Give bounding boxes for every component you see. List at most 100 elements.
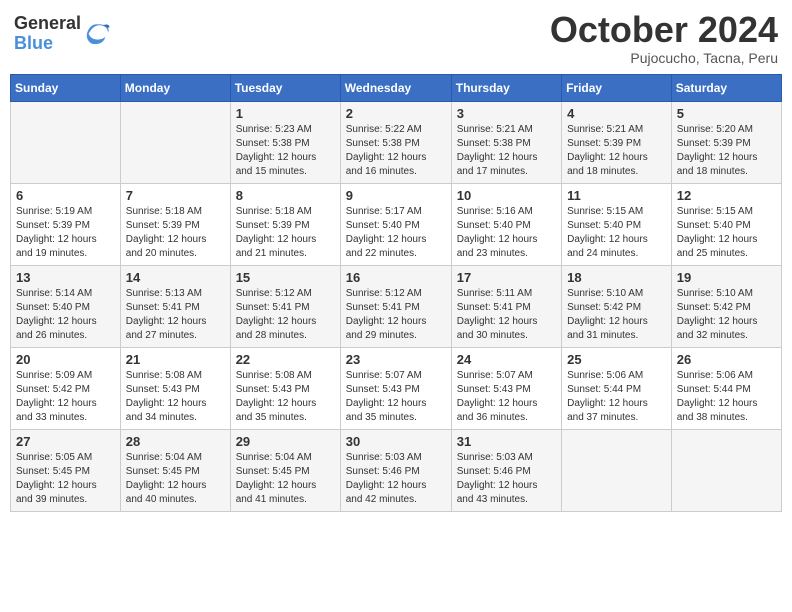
day-cell: 23 Sunrise: 5:07 AMSunset: 5:43 PMDayligh… [340, 347, 451, 429]
day-info: Sunrise: 5:06 AMSunset: 5:44 PMDaylight:… [567, 369, 666, 425]
day-info: Sunrise: 5:07 AMSunset: 5:43 PMDaylight:… [457, 369, 556, 425]
day-number: 24 [457, 352, 556, 367]
day-number: 5 [677, 106, 776, 121]
day-cell: 20Sunrise: 5:09 AMSunset: 5:42 PMDayligh… [11, 347, 121, 429]
day-info: Sunrise: 5:15 AMSunset: 5:40 PMDaylight:… [567, 205, 666, 261]
day-info: Sunrise: 5:23 AMSunset: 5:38 PMDaylight:… [236, 123, 335, 179]
day-number: 3 [457, 106, 556, 121]
day-cell [671, 429, 781, 511]
day-info: Sunrise: 5:12 AMSunset: 5:41 PMDaylight:… [236, 287, 335, 343]
header-cell-sunday: Sunday [11, 74, 121, 101]
day-info: Sunrise: 5:12 AMSunset: 5:41 PMDaylight:… [346, 287, 446, 343]
page-header: General Blue October 2024 Pujocucho, Tac… [10, 10, 782, 66]
week-row-3: 13Sunrise: 5:14 AMSunset: 5:40 PMDayligh… [11, 265, 782, 347]
day-info: Sunrise: 5:08 AMSunset: 5:43 PMDaylight:… [126, 369, 225, 425]
day-info: Sunrise: 5:18 AMSunset: 5:39 PMDaylight:… [236, 205, 335, 261]
header-cell-monday: Monday [120, 74, 230, 101]
day-number: 22 [236, 352, 335, 367]
logo: General Blue [14, 14, 111, 54]
day-cell: 6 Sunrise: 5:19 AMSunset: 5:39 PMDaylight… [11, 183, 121, 265]
day-info: Sunrise: 5:13 AMSunset: 5:41 PMDaylight:… [126, 287, 225, 343]
day-cell: 5Sunrise: 5:20 AMSunset: 5:39 PMDaylight… [671, 101, 781, 183]
header-cell-thursday: Thursday [451, 74, 561, 101]
day-cell: 16 Sunrise: 5:12 AMSunset: 5:41 PMDayligh… [340, 265, 451, 347]
location-subtitle: Pujocucho, Tacna, Peru [550, 50, 778, 66]
day-cell: 26 Sunrise: 5:06 AMSunset: 5:44 PMDayligh… [671, 347, 781, 429]
day-info: Sunrise: 5:10 AMSunset: 5:42 PMDaylight:… [677, 287, 776, 343]
day-info: Sunrise: 5:10 AMSunset: 5:42 PMDaylight:… [567, 287, 666, 343]
day-cell [11, 101, 121, 183]
day-cell: 29 Sunrise: 5:04 AMSunset: 5:45 PMDayligh… [230, 429, 340, 511]
day-number: 26 [677, 352, 776, 367]
header-row: SundayMondayTuesdayWednesdayThursdayFrid… [11, 74, 782, 101]
day-cell: 1 Sunrise: 5:23 AMSunset: 5:38 PMDaylight… [230, 101, 340, 183]
title-block: October 2024 Pujocucho, Tacna, Peru [550, 10, 778, 66]
month-title: October 2024 [550, 10, 778, 50]
day-cell: 30Sunrise: 5:03 AMSunset: 5:46 PMDayligh… [340, 429, 451, 511]
day-number: 31 [457, 434, 556, 449]
day-info: Sunrise: 5:22 AMSunset: 5:38 PMDaylight:… [346, 123, 446, 179]
day-number: 29 [236, 434, 335, 449]
week-row-4: 20Sunrise: 5:09 AMSunset: 5:42 PMDayligh… [11, 347, 782, 429]
day-info: Sunrise: 5:21 AMSunset: 5:38 PMDaylight:… [457, 123, 556, 179]
day-number: 27 [16, 434, 115, 449]
header-cell-wednesday: Wednesday [340, 74, 451, 101]
day-cell: 27 Sunrise: 5:05 AMSunset: 5:45 PMDayligh… [11, 429, 121, 511]
day-number: 23 [346, 352, 446, 367]
day-number: 21 [126, 352, 225, 367]
day-number: 8 [236, 188, 335, 203]
day-cell: 9Sunrise: 5:17 AMSunset: 5:40 PMDaylight… [340, 183, 451, 265]
day-info: Sunrise: 5:04 AMSunset: 5:45 PMDaylight:… [126, 451, 225, 507]
day-number: 6 [16, 188, 115, 203]
day-number: 14 [126, 270, 225, 285]
day-cell: 12Sunrise: 5:15 AMSunset: 5:40 PMDayligh… [671, 183, 781, 265]
day-cell [562, 429, 672, 511]
day-cell: 4Sunrise: 5:21 AMSunset: 5:39 PMDaylight… [562, 101, 672, 183]
day-info: Sunrise: 5:19 AMSunset: 5:39 PMDaylight:… [16, 205, 115, 261]
day-number: 16 [346, 270, 446, 285]
day-cell: 14 Sunrise: 5:13 AMSunset: 5:41 PMDayligh… [120, 265, 230, 347]
header-cell-friday: Friday [562, 74, 672, 101]
day-cell: 19Sunrise: 5:10 AMSunset: 5:42 PMDayligh… [671, 265, 781, 347]
day-cell: 8 Sunrise: 5:18 AMSunset: 5:39 PMDaylight… [230, 183, 340, 265]
week-row-1: 1 Sunrise: 5:23 AMSunset: 5:38 PMDaylight… [11, 101, 782, 183]
day-info: Sunrise: 5:07 AMSunset: 5:43 PMDaylight:… [346, 369, 446, 425]
day-cell: 25 Sunrise: 5:06 AMSunset: 5:44 PMDayligh… [562, 347, 672, 429]
day-info: Sunrise: 5:06 AMSunset: 5:44 PMDaylight:… [677, 369, 776, 425]
day-number: 25 [567, 352, 666, 367]
day-cell: 22Sunrise: 5:08 AMSunset: 5:43 PMDayligh… [230, 347, 340, 429]
day-cell: 15 Sunrise: 5:12 AMSunset: 5:41 PMDayligh… [230, 265, 340, 347]
day-cell: 3 Sunrise: 5:21 AMSunset: 5:38 PMDaylight… [451, 101, 561, 183]
day-info: Sunrise: 5:17 AMSunset: 5:40 PMDaylight:… [346, 205, 446, 261]
logo-general: General [14, 14, 81, 34]
day-cell: 18 Sunrise: 5:10 AMSunset: 5:42 PMDayligh… [562, 265, 672, 347]
day-number: 1 [236, 106, 335, 121]
day-number: 7 [126, 188, 225, 203]
day-cell: 13Sunrise: 5:14 AMSunset: 5:40 PMDayligh… [11, 265, 121, 347]
day-number: 15 [236, 270, 335, 285]
day-info: Sunrise: 5:03 AMSunset: 5:46 PMDaylight:… [346, 451, 446, 507]
day-info: Sunrise: 5:21 AMSunset: 5:39 PMDaylight:… [567, 123, 666, 179]
week-row-2: 6 Sunrise: 5:19 AMSunset: 5:39 PMDaylight… [11, 183, 782, 265]
day-number: 28 [126, 434, 225, 449]
day-info: Sunrise: 5:05 AMSunset: 5:45 PMDaylight:… [16, 451, 115, 507]
day-number: 13 [16, 270, 115, 285]
logo-bird-icon [83, 20, 111, 48]
day-info: Sunrise: 5:03 AMSunset: 5:46 PMDaylight:… [457, 451, 556, 507]
day-number: 11 [567, 188, 666, 203]
day-info: Sunrise: 5:04 AMSunset: 5:45 PMDaylight:… [236, 451, 335, 507]
day-cell: 21 Sunrise: 5:08 AMSunset: 5:43 PMDayligh… [120, 347, 230, 429]
day-info: Sunrise: 5:16 AMSunset: 5:40 PMDaylight:… [457, 205, 556, 261]
day-cell: 31 Sunrise: 5:03 AMSunset: 5:46 PMDayligh… [451, 429, 561, 511]
day-cell: 10 Sunrise: 5:16 AMSunset: 5:40 PMDayligh… [451, 183, 561, 265]
calendar-table: SundayMondayTuesdayWednesdayThursdayFrid… [10, 74, 782, 512]
day-number: 18 [567, 270, 666, 285]
day-info: Sunrise: 5:15 AMSunset: 5:40 PMDaylight:… [677, 205, 776, 261]
day-cell: 24 Sunrise: 5:07 AMSunset: 5:43 PMDayligh… [451, 347, 561, 429]
logo-text: General Blue [14, 14, 81, 54]
day-number: 10 [457, 188, 556, 203]
logo-blue: Blue [14, 34, 81, 54]
header-cell-tuesday: Tuesday [230, 74, 340, 101]
day-number: 20 [16, 352, 115, 367]
day-info: Sunrise: 5:11 AMSunset: 5:41 PMDaylight:… [457, 287, 556, 343]
